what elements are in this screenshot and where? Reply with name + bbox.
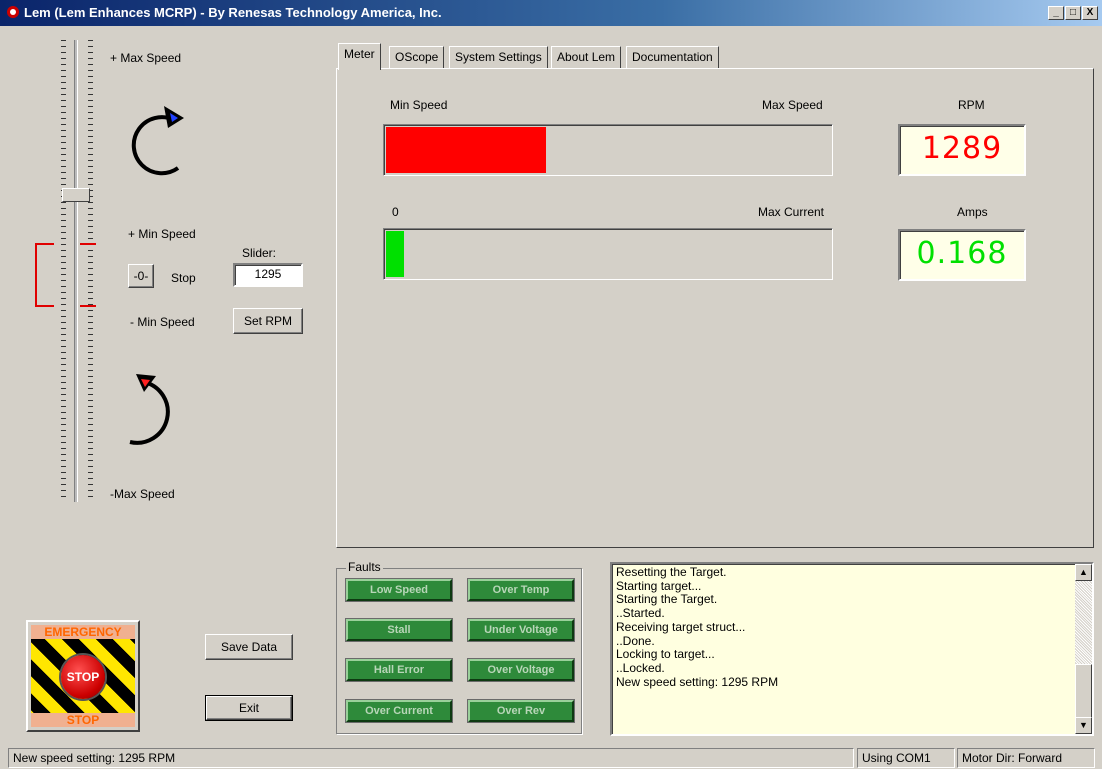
log-line: Locking to target... [616,647,715,662]
save-data-button[interactable]: Save Data [205,634,293,660]
window-title: Lem (Lem Enhances MCRP) - By Renesas Tec… [24,5,442,20]
log-line: Starting target... [616,578,702,593]
label-min-speed-plus: + Min Speed [128,227,196,241]
tab-documentation[interactable]: Documentation [626,46,719,69]
exit-button[interactable]: Exit [205,695,293,721]
fault-over-current: Over Current [346,700,452,722]
log-lines: Resetting the Target. Starting target...… [616,565,1072,689]
log-textbox[interactable]: Resetting the Target. Starting target...… [610,562,1094,736]
log-line: Starting the Target. [616,592,718,607]
fault-over-temp: Over Temp [468,579,574,601]
speed-max-label: Max Speed [762,98,823,112]
label-max-speed-minus: -Max Speed [110,487,175,501]
status-motor-dir: Motor Dir: Forward [957,748,1095,768]
scroll-up-icon[interactable]: ▲ [1075,564,1092,581]
close-button[interactable]: X [1082,6,1098,20]
estop-bottom-text: STOP [31,713,135,727]
emergency-stop-button[interactable]: EMERGENCY STOP STOP [26,620,140,732]
speed-meter-fill [386,127,546,173]
amps-display: 0.168 [898,229,1026,281]
speed-min-label: Min Speed [390,98,448,112]
fault-over-voltage: Over Voltage [468,659,574,681]
fault-under-voltage: Under Voltage [468,619,574,641]
fault-hall-error: Hall Error [346,659,452,681]
log-line: ..Started. [616,606,665,621]
label-min-speed-minus: - Min Speed [130,315,195,329]
fault-over-rev: Over Rev [468,700,574,722]
slider-value-field[interactable]: 1295 [233,263,303,287]
reverse-rotation-icon [129,374,170,445]
status-port: Using COM1 [857,748,955,768]
current-meter-fill [386,231,404,277]
stop-label: Stop [171,271,196,285]
minimize-button[interactable]: _ [1048,6,1064,20]
stop-button[interactable]: -0- [128,264,154,288]
maximize-button[interactable]: □ [1065,6,1081,20]
log-line: ..Locked. [616,660,665,675]
speed-meter-bar [383,124,833,176]
slider-value-label: Slider: [242,246,277,260]
faults-legend: Faults [346,560,383,574]
fault-low-speed: Low Speed [346,579,452,601]
forward-rotation-icon [131,106,184,176]
tab-meter[interactable]: Meter [338,43,381,70]
current-min-label: 0 [392,205,399,219]
scroll-thumb[interactable] [1075,664,1092,719]
estop-hazard-stripes: EMERGENCY STOP STOP [31,625,135,727]
tab-system-settings[interactable]: System Settings [449,46,548,69]
app-icon [7,6,19,18]
log-line: Receiving target struct... [616,619,746,634]
estop-center-text: STOP [61,655,105,699]
estop-top-text: EMERGENCY [31,625,135,639]
tab-oscope[interactable]: OScope [389,46,445,69]
amps-label: Amps [957,205,988,219]
current-max-label: Max Current [758,205,825,219]
log-line: New speed setting: 1295 RPM [616,674,779,689]
current-meter-bar [383,228,833,280]
log-line: ..Done. [616,633,655,648]
label-max-speed-plus: + Max Speed [110,51,182,65]
speed-slider-thumb[interactable] [62,188,90,202]
title-bar[interactable]: Lem (Lem Enhances MCRP) - By Renesas Tec… [0,0,1102,26]
log-line: Resetting the Target. [616,565,727,579]
set-rpm-button[interactable]: Set RPM [233,308,303,334]
tab-about-lem[interactable]: About Lem [551,46,622,69]
status-message: New speed setting: 1295 RPM [8,748,854,768]
log-scrollbar[interactable]: ▲ ▼ [1075,564,1092,734]
scroll-down-icon[interactable]: ▼ [1075,717,1092,734]
fault-stall: Stall [346,619,452,641]
deadband-bracket [35,243,96,307]
rpm-label: RPM [958,98,985,112]
rpm-display: 1289 [898,124,1026,176]
